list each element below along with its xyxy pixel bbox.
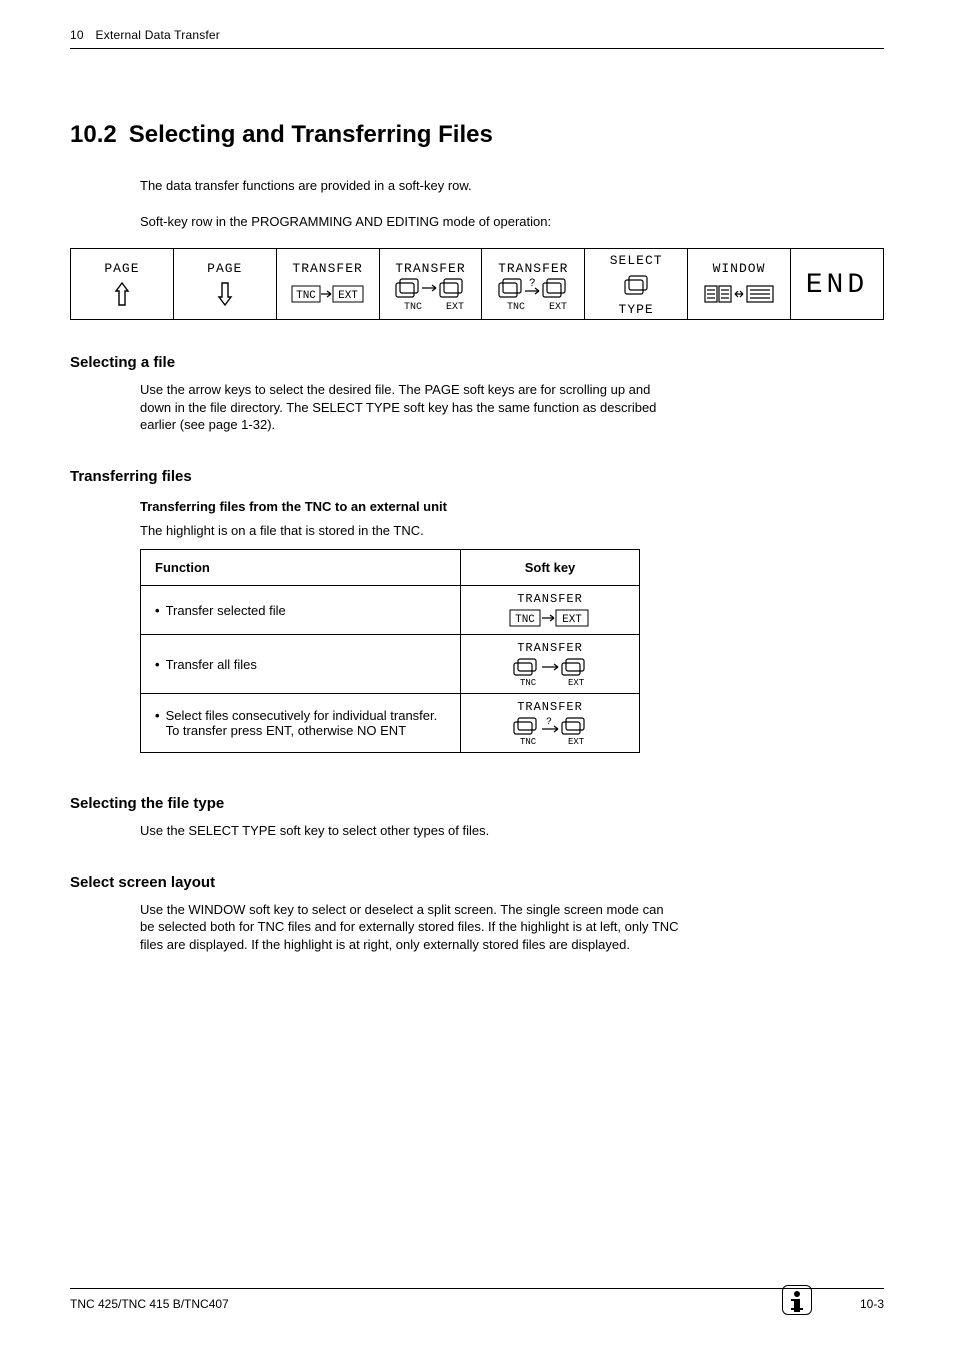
table-row: • Transfer all files TRANSFER TNC EXT — [141, 634, 639, 693]
bullet-icon: • — [155, 708, 160, 738]
function-cell: Transfer all files — [166, 657, 257, 672]
transfer-all-icon: TNC EXT — [508, 657, 592, 687]
softkey-label: WINDOW — [713, 261, 766, 276]
softkey-illustration: TRANSFER TNC EXT — [508, 592, 592, 628]
softkey-label: PAGE — [104, 261, 139, 276]
softkey-label: TRANSFER — [395, 261, 465, 276]
table-row: •Select files consecutively for individu… — [141, 693, 639, 752]
bullet-icon: • — [155, 603, 160, 618]
transfer-selective-icon: ? TNC EXT — [493, 278, 573, 310]
window-icon — [703, 278, 775, 310]
svg-text:TNC: TNC — [520, 737, 537, 746]
subheading-selecting-file: Selecting a file — [70, 354, 884, 371]
softkey-page-up: PAGE — [71, 249, 174, 319]
select-type-paragraph: Use the SELECT TYPE soft key to select o… — [140, 822, 680, 840]
softkey-label: TRANSFER — [517, 700, 583, 714]
subheading-transferring: Transferring files — [70, 468, 884, 485]
softkey-transfer-tnc-ext: TRANSFER TNC EXT — [277, 249, 380, 319]
chapter-title: External Data Transfer — [96, 28, 220, 42]
end-label: END — [806, 270, 868, 301]
softkey-label: TRANSFER — [292, 261, 362, 276]
page-up-icon — [112, 278, 132, 310]
svg-text:EXT: EXT — [338, 290, 358, 302]
svg-text:EXT: EXT — [568, 737, 585, 746]
page-down-icon — [215, 278, 235, 310]
info-icon — [782, 1285, 812, 1315]
intro-paragraph-1: The data transfer functions are provided… — [140, 177, 680, 195]
footer-left: TNC 425/TNC 415 B/TNC407 — [70, 1297, 229, 1311]
svg-text:EXT: EXT — [562, 614, 582, 626]
svg-text:TNC: TNC — [296, 290, 316, 302]
transfer-selective-icon: ? TNC EXT — [508, 716, 592, 746]
subheading-screen-layout: Select screen layout — [70, 874, 884, 891]
function-cell: Select files consecutively for individua… — [166, 708, 446, 738]
table-header-softkey: Soft key — [461, 550, 639, 585]
softkey-label: TRANSFER — [517, 592, 583, 606]
table-header-function: Function — [141, 550, 461, 585]
select-type-icon — [621, 270, 651, 300]
softkey-page-down: PAGE — [174, 249, 277, 319]
softkey-label: TRANSFER — [498, 261, 568, 276]
intro-paragraph-2: Soft-key row in the PROGRAMMING AND EDIT… — [140, 213, 680, 231]
bullet-icon: • — [155, 657, 160, 672]
softkey-transfer-all: TRANSFER TNC EXT — [380, 249, 483, 319]
section-number: 10.2 — [70, 121, 117, 149]
chapter-number: 10 — [70, 28, 92, 42]
screen-layout-paragraph: Use the WINDOW soft key to select or des… — [140, 901, 680, 954]
svg-text:EXT: EXT — [568, 678, 585, 687]
transfer-all-icon: TNC EXT — [390, 278, 470, 310]
table-header-row: Function Soft key — [141, 550, 639, 585]
selecting-file-paragraph: Use the arrow keys to select the desired… — [140, 381, 680, 434]
svg-text:EXT: EXT — [549, 302, 567, 311]
transferring-paragraph: The highlight is on a file that is store… — [140, 522, 680, 540]
page-footer: TNC 425/TNC 415 B/TNC407 10-3 — [70, 1288, 884, 1311]
transfer-box-icon: TNC EXT — [291, 278, 365, 310]
page-header: 10 External Data Transfer — [70, 28, 884, 49]
svg-text:TNC: TNC — [520, 678, 537, 687]
svg-text:?: ? — [529, 278, 536, 290]
softkey-end: END — [791, 249, 883, 319]
svg-text:TNC: TNC — [507, 302, 525, 311]
transfer-box-icon: TNC EXT — [508, 608, 592, 628]
softkey-select-type: SELECT TYPE — [585, 249, 688, 319]
section-title: Selecting and Transferring Files — [129, 121, 493, 148]
softkey-transfer-selective: TRANSFER ? TNC EXT — [482, 249, 585, 319]
subheading-select-type: Selecting the file type — [70, 795, 884, 812]
svg-text:EXT: EXT — [446, 302, 464, 311]
softkey-label-2: TYPE — [619, 302, 654, 317]
svg-text:TNC: TNC — [404, 302, 422, 311]
softkey-label: TRANSFER — [517, 641, 583, 655]
footer-right: 10-3 — [860, 1297, 884, 1311]
function-table: Function Soft key • Transfer selected fil… — [140, 549, 640, 753]
section-heading: 10.2 Selecting and Transferring Files — [70, 121, 884, 149]
softkey-window: WINDOW — [688, 249, 791, 319]
softkey-label: PAGE — [207, 261, 242, 276]
softkey-illustration: TRANSFER TNC EXT — [508, 641, 592, 687]
function-cell: Transfer selected file — [166, 603, 286, 618]
softkey-illustration: TRANSFER ? TNC EXT — [508, 700, 592, 746]
table-row: • Transfer selected file TRANSFER TNC EXT — [141, 585, 639, 634]
softkey-label: SELECT — [610, 253, 663, 268]
subsubheading-transferring: Transferring files from the TNC to an ex… — [140, 499, 884, 514]
softkey-row-figure: PAGE PAGE TRANSFER TNC EXT — [70, 248, 884, 320]
svg-text:TNC: TNC — [515, 614, 535, 626]
svg-text:?: ? — [546, 717, 552, 728]
